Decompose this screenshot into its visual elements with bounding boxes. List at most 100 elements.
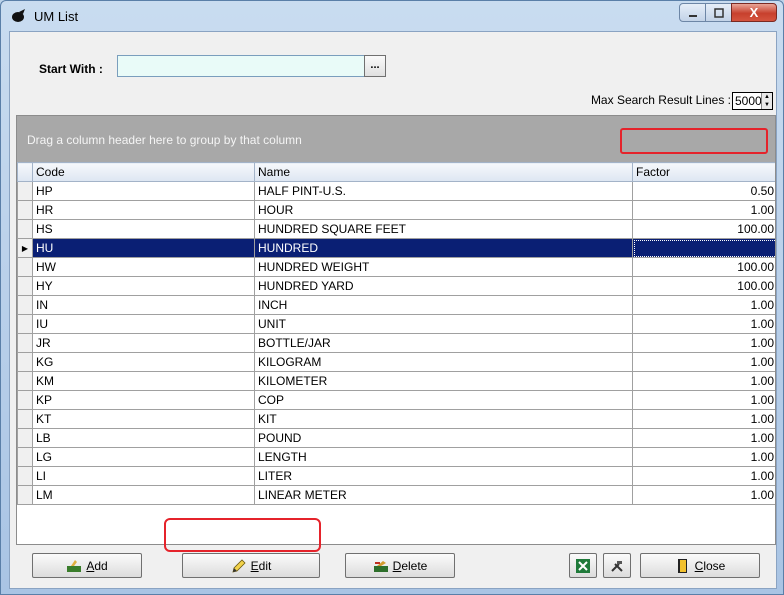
cell-factor[interactable]: 0.50: [632, 181, 775, 201]
cell-name[interactable]: LITER: [254, 466, 633, 486]
cell-name[interactable]: BOTTLE/JAR: [254, 333, 633, 353]
cell-code[interactable]: KT: [32, 409, 255, 429]
table-row[interactable]: JR BOTTLE/JAR 1.00: [17, 333, 775, 353]
column-header-factor[interactable]: Factor: [632, 162, 775, 182]
cell-factor[interactable]: 100.00: [632, 257, 775, 277]
table-row[interactable]: LM LINEAR METER 1.00: [17, 485, 775, 505]
table-row[interactable]: KM KILOMETER 1.00: [17, 371, 775, 391]
cell-code[interactable]: HW: [32, 257, 255, 277]
cell-factor[interactable]: 100.00: [632, 219, 775, 239]
row-selector[interactable]: [17, 333, 33, 353]
cell-factor[interactable]: 100.00: [632, 276, 775, 296]
table-row[interactable]: HS HUNDRED SQUARE FEET 100.00: [17, 219, 775, 239]
cell-code[interactable]: JR: [32, 333, 255, 353]
table-row[interactable]: ▶ HU HUNDRED: [17, 238, 775, 258]
cell-factor[interactable]: 1.00: [632, 447, 775, 467]
cell-name[interactable]: HOUR: [254, 200, 633, 220]
table-row[interactable]: HW HUNDRED WEIGHT 100.00: [17, 257, 775, 277]
row-selector[interactable]: [17, 200, 33, 220]
table-row[interactable]: KT KIT 1.00: [17, 409, 775, 429]
cell-name[interactable]: INCH: [254, 295, 633, 315]
table-row[interactable]: HY HUNDRED YARD 100.00: [17, 276, 775, 296]
cell-name[interactable]: POUND: [254, 428, 633, 448]
export-excel-button[interactable]: [569, 553, 597, 578]
cell-factor[interactable]: 1.00: [632, 371, 775, 391]
start-with-input[interactable]: [117, 55, 367, 77]
close-button[interactable]: Close: [640, 553, 760, 578]
cell-code[interactable]: HY: [32, 276, 255, 296]
table-row[interactable]: KG KILOGRAM 1.00: [17, 352, 775, 372]
cell-code[interactable]: IU: [32, 314, 255, 334]
row-selector[interactable]: [17, 485, 33, 505]
row-selector[interactable]: [17, 219, 33, 239]
cell-name[interactable]: HUNDRED YARD: [254, 276, 633, 296]
column-header-code[interactable]: Code: [32, 162, 255, 182]
row-selector[interactable]: [17, 447, 33, 467]
maximize-button[interactable]: [705, 3, 732, 22]
row-selector[interactable]: [17, 181, 33, 201]
spinner-arrows-icon[interactable]: ▲ ▼: [761, 93, 772, 109]
column-header-name[interactable]: Name: [254, 162, 633, 182]
table-row[interactable]: HP HALF PINT-U.S. 0.50: [17, 181, 775, 201]
cell-code[interactable]: KP: [32, 390, 255, 410]
cell-code[interactable]: LI: [32, 466, 255, 486]
cell-name[interactable]: HALF PINT-U.S.: [254, 181, 633, 201]
edit-button[interactable]: Edit: [182, 553, 320, 578]
cell-code[interactable]: HR: [32, 200, 255, 220]
table-row[interactable]: IN INCH 1.00: [17, 295, 775, 315]
cell-factor[interactable]: 1.00: [632, 466, 775, 486]
cell-name[interactable]: LINEAR METER: [254, 485, 633, 505]
row-selector[interactable]: [17, 428, 33, 448]
cell-code[interactable]: KG: [32, 352, 255, 372]
cell-name[interactable]: HUNDRED: [254, 238, 633, 258]
row-selector[interactable]: [17, 314, 33, 334]
row-selector[interactable]: [17, 295, 33, 315]
row-selector[interactable]: [17, 276, 33, 296]
cell-name[interactable]: HUNDRED WEIGHT: [254, 257, 633, 277]
cell-factor[interactable]: 1.00: [632, 485, 775, 505]
cell-factor[interactable]: 1.00: [632, 333, 775, 353]
add-button[interactable]: Add: [32, 553, 142, 578]
browse-button[interactable]: ...: [364, 55, 386, 77]
table-row[interactable]: KP COP 1.00: [17, 390, 775, 410]
cell-code[interactable]: HP: [32, 181, 255, 201]
cell-code[interactable]: LB: [32, 428, 255, 448]
cell-name[interactable]: UNIT: [254, 314, 633, 334]
title-bar[interactable]: UM List X: [1, 1, 783, 31]
table-row[interactable]: LI LITER 1.00: [17, 466, 775, 486]
cell-factor[interactable]: [632, 238, 775, 258]
cell-code[interactable]: HU: [32, 238, 255, 258]
cell-factor[interactable]: 1.00: [632, 428, 775, 448]
cell-code[interactable]: HS: [32, 219, 255, 239]
cell-factor[interactable]: 1.00: [632, 409, 775, 429]
row-selector[interactable]: [17, 371, 33, 391]
cell-factor[interactable]: 1.00: [632, 352, 775, 372]
current-row-arrow-icon[interactable]: ▶: [17, 238, 33, 258]
row-selector[interactable]: [17, 352, 33, 372]
cell-name[interactable]: HUNDRED SQUARE FEET: [254, 219, 633, 239]
cell-code[interactable]: IN: [32, 295, 255, 315]
cell-factor[interactable]: 1.00: [632, 314, 775, 334]
cell-name[interactable]: LENGTH: [254, 447, 633, 467]
table-row[interactable]: IU UNIT 1.00: [17, 314, 775, 334]
max-result-lines-spinner[interactable]: 5000 ▲ ▼: [732, 92, 773, 110]
cell-code[interactable]: LM: [32, 485, 255, 505]
row-selector[interactable]: [17, 390, 33, 410]
cell-factor[interactable]: 1.00: [632, 200, 775, 220]
cell-name[interactable]: KILOGRAM: [254, 352, 633, 372]
cell-factor[interactable]: 1.00: [632, 295, 775, 315]
cell-name[interactable]: KIT: [254, 409, 633, 429]
cell-name[interactable]: COP: [254, 390, 633, 410]
row-selector[interactable]: [17, 257, 33, 277]
cell-factor[interactable]: 1.00: [632, 390, 775, 410]
cell-code[interactable]: KM: [32, 371, 255, 391]
delete-button[interactable]: Delete: [345, 553, 455, 578]
row-selector[interactable]: [17, 466, 33, 486]
group-by-panel[interactable]: Drag a column header here to group by th…: [17, 116, 775, 162]
cell-name[interactable]: KILOMETER: [254, 371, 633, 391]
table-row[interactable]: HR HOUR 1.00: [17, 200, 775, 220]
table-row[interactable]: LB POUND 1.00: [17, 428, 775, 448]
minimize-button[interactable]: [679, 3, 706, 22]
cell-code[interactable]: LG: [32, 447, 255, 467]
tools-button[interactable]: [603, 553, 631, 578]
